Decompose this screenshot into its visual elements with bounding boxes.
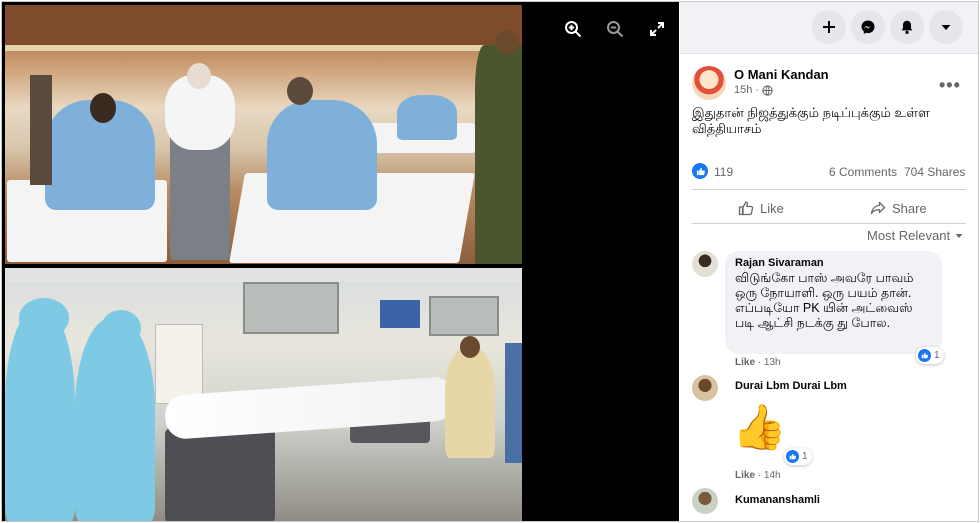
author-name[interactable]: O Mani Kandan: [734, 67, 829, 82]
comment-like-link[interactable]: Like: [735, 357, 755, 368]
commenter-avatar[interactable]: [692, 488, 718, 514]
share-label: Share: [892, 200, 927, 216]
commenter-name[interactable]: Kumananshamli: [735, 494, 820, 506]
photo-ppe-visit: [5, 268, 522, 521]
plus-icon: [823, 21, 835, 33]
comment-emoji: 👍: [732, 403, 787, 452]
reaction-count: 1: [802, 451, 808, 462]
more-options-icon[interactable]: •••: [939, 75, 961, 96]
comment-bubble: Rajan Sivaraman விடுங்கோ பாஸ் அவரே பாவம்…: [725, 251, 942, 354]
thumbs-up-icon: [738, 201, 754, 216]
post-caption: இதுதான் நிஜத்துக்கும் நடிப்புக்கும் உள்ள…: [692, 105, 930, 136]
comment-time[interactable]: 14h: [764, 470, 781, 481]
screenshot-frame: O Mani Kandan 15h · ••• இதுதான் நிஜத்துக…: [1, 1, 979, 522]
sort-label: Most Relevant: [867, 228, 951, 243]
commenter-name[interactable]: Rajan Sivaraman: [735, 257, 932, 269]
caret-down-icon: [955, 233, 963, 238]
stats-divider: [692, 189, 966, 190]
like-reaction-icon: [692, 163, 708, 179]
fullscreen-icon[interactable]: [648, 20, 666, 38]
like-reaction-icon: [918, 349, 931, 362]
reaction-count: 1: [934, 350, 940, 361]
comment-like-link[interactable]: Like: [735, 470, 755, 481]
post-panel: O Mani Kandan 15h · ••• இதுதான் நிஜத்துக…: [680, 2, 978, 521]
create-button[interactable]: [812, 10, 846, 44]
post-meta: 15h ·: [734, 84, 773, 96]
share-button[interactable]: Share: [870, 198, 927, 218]
comment-sort-dropdown[interactable]: Most Relevant: [867, 228, 964, 243]
comment-count[interactable]: 6 Comments: [829, 165, 897, 179]
like-reaction-icon: [786, 450, 799, 463]
caret-down-icon: [941, 25, 951, 30]
photo-hospital-ward: [5, 5, 522, 264]
share-count[interactable]: 704 Shares: [904, 165, 965, 179]
commenter-avatar[interactable]: [692, 375, 718, 401]
zoom-out-icon[interactable]: [606, 20, 624, 38]
comment-text: விடுங்கோ பாஸ் அவரே பாவம் ஒரு நோயாளி. ஒரு…: [735, 271, 914, 330]
comment-time[interactable]: 13h: [764, 357, 781, 368]
post-time[interactable]: 15h ·: [734, 84, 759, 96]
commenter-name[interactable]: Durai Lbm Durai Lbm: [735, 380, 847, 392]
like-button[interactable]: Like: [738, 198, 784, 218]
messenger-icon: [861, 20, 875, 34]
account-menu-button[interactable]: [929, 10, 963, 44]
comment-actions: Like · 13h: [735, 357, 781, 368]
author-avatar[interactable]: [692, 66, 726, 100]
bell-icon: [901, 20, 913, 34]
commenter-avatar[interactable]: [692, 251, 718, 277]
photo-viewer: [2, 2, 679, 521]
share-icon: [870, 201, 886, 215]
globe-icon: [762, 84, 773, 96]
like-label: Like: [760, 200, 784, 216]
messenger-button[interactable]: [851, 10, 885, 44]
actions-divider: [692, 223, 966, 224]
viewer-controls: [564, 20, 666, 38]
like-count[interactable]: 119: [714, 165, 733, 179]
top-bar: [680, 2, 978, 54]
comment-actions: Like · 14h: [735, 470, 781, 481]
post-stats: 119 6 Comments 704 Shares: [692, 163, 966, 181]
zoom-in-icon[interactable]: [564, 20, 582, 38]
comment-reaction-count[interactable]: 1: [916, 347, 944, 364]
comment-reaction-count[interactable]: 1: [784, 448, 812, 465]
notifications-button[interactable]: [890, 10, 924, 44]
